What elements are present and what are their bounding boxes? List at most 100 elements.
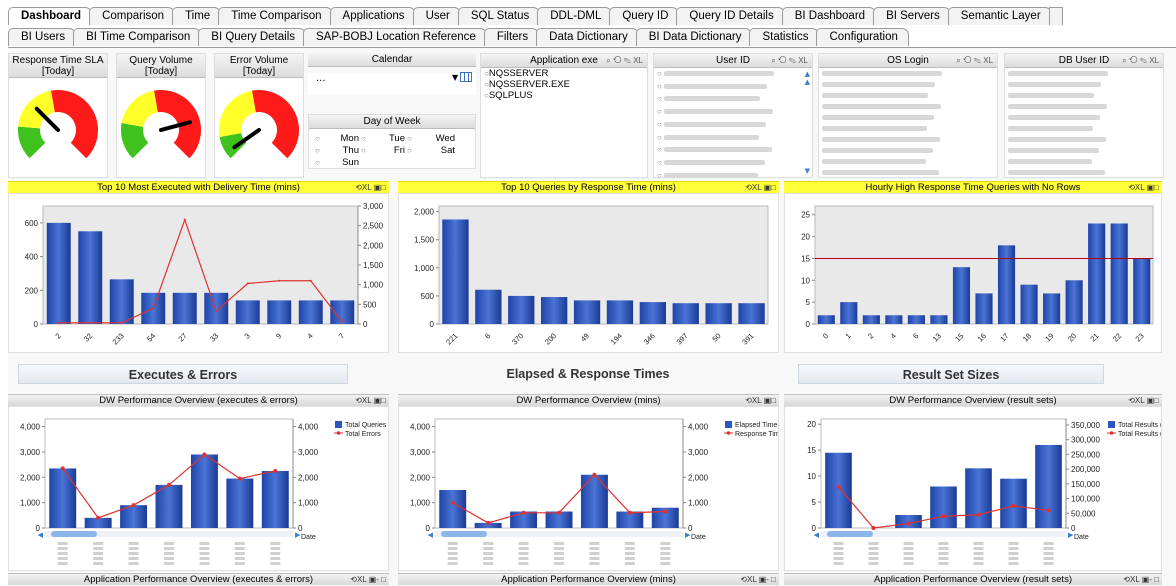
- day-option-sun[interactable]: ○ Sun: [315, 157, 365, 168]
- list-item[interactable]: ○SQLPLUS: [481, 90, 647, 101]
- list-item[interactable]: ○: [654, 68, 812, 81]
- chart-toolbar-icons[interactable]: ⟲XL ▣- □: [350, 574, 386, 586]
- search-clear-icons[interactable]: ⌕ ⟲ ✎ XL: [771, 54, 808, 68]
- tab-configuration[interactable]: Configuration: [816, 28, 909, 46]
- tab-query-id[interactable]: Query ID: [609, 7, 680, 25]
- list-item[interactable]: ○NQSSERVER.EXE: [481, 79, 647, 90]
- chart-dw-mins[interactable]: 0 1,000 2,000 3,000 4,000 0 1,000 2,000 3,000 4,0…: [398, 406, 784, 571]
- radio-icon[interactable]: ○: [407, 134, 412, 143]
- tab-bi-dashboard[interactable]: BI Dashboard: [781, 7, 877, 25]
- day-option-mon[interactable]: ○ Mon: [315, 133, 365, 144]
- list-item[interactable]: [1005, 134, 1163, 145]
- chart-toolbar-icons[interactable]: ⟲XL ▣- □: [1123, 574, 1159, 586]
- tab-filters[interactable]: Filters: [483, 28, 540, 46]
- chart-title-top-executed[interactable]: Top 10 Most Executed with Delivery Time …: [8, 181, 389, 193]
- list-item[interactable]: [819, 123, 997, 134]
- day-option-fri[interactable]: ○ Fri: [361, 145, 411, 156]
- list-item[interactable]: ○NQSSERVER: [481, 68, 647, 79]
- list-item[interactable]: ○: [654, 106, 812, 119]
- list-item[interactable]: [819, 145, 997, 156]
- chart-top-queries-response[interactable]: 0 500 1,000 1,500 2,000 221 6 370 200 49 194 346 397…: [398, 193, 779, 353]
- gauge-query-volume[interactable]: Query Volume [Today]: [116, 53, 206, 178]
- list-item[interactable]: [1005, 167, 1163, 178]
- radio-icon[interactable]: ○: [315, 134, 320, 143]
- radio-icon[interactable]: ○: [361, 146, 366, 155]
- list-item[interactable]: [1005, 156, 1163, 167]
- application-exe-listbox[interactable]: Application exe ⌕ ⟲ ✎ XL ○NQSSERVER ○NQSSE…: [480, 53, 648, 178]
- search-clear-icons[interactable]: ⌕ ⟲ ✎ XL: [1122, 54, 1159, 68]
- tab-bi-data-dictionary[interactable]: BI Data Dictionary: [635, 28, 753, 46]
- list-item[interactable]: [819, 90, 997, 101]
- chart-title-hourly-no-rows[interactable]: Hourly High Response Time Queries with N…: [784, 181, 1162, 193]
- chart-dw-result-sets[interactable]: 0 5 10 15 20 0 50,000 100,000 150,000 200,000 250,…: [784, 406, 1176, 571]
- list-item[interactable]: [819, 112, 997, 123]
- section-elapsed-response[interactable]: Elapsed & Response Times: [403, 364, 773, 384]
- list-item[interactable]: [819, 156, 997, 167]
- chart-title-dw-result-sets[interactable]: DW Performance Overview (result sets) ⟲XL…: [784, 394, 1162, 406]
- chart-title-dw-executes[interactable]: DW Performance Overview (executes & erro…: [8, 394, 389, 406]
- dropdown-arrow-icon[interactable]: ▼: [452, 73, 458, 82]
- tab-bi-servers[interactable]: BI Servers: [873, 7, 951, 25]
- list-item[interactable]: [1005, 145, 1163, 156]
- chart-title-app-result-sets[interactable]: Application Performance Overview (result…: [784, 573, 1162, 585]
- list-item[interactable]: [1005, 123, 1163, 134]
- tab-dashboard[interactable]: Dashboard: [8, 7, 93, 25]
- list-item[interactable]: [819, 101, 997, 112]
- list-item[interactable]: [819, 68, 997, 79]
- list-item[interactable]: [1005, 101, 1163, 112]
- calendar-input[interactable]: ...: [316, 73, 326, 84]
- radio-icon[interactable]: ○: [315, 146, 320, 155]
- list-item[interactable]: ○: [654, 144, 812, 157]
- list-item[interactable]: [819, 79, 997, 90]
- tab-query-id-details[interactable]: Query ID Details: [676, 7, 785, 25]
- calendar-icon[interactable]: [460, 72, 472, 82]
- day-option-wed[interactable]: ○ Wed: [407, 133, 457, 144]
- tab-semantic-layer[interactable]: Semantic Layer: [947, 7, 1052, 25]
- list-item[interactable]: ○: [654, 81, 812, 94]
- list-item[interactable]: ○: [654, 93, 812, 106]
- list-item[interactable]: ○: [654, 132, 812, 145]
- chart-title-app-mins[interactable]: Application Performance Overview (mins) ⟲…: [398, 573, 779, 585]
- user-id-listbox[interactable]: User ID ⌕ ⟲ ✎ XL ○ ○ ○ ○ ○ ○ ○ ○ ○ ▲ ▲ ▼: [653, 53, 813, 180]
- day-option-thu[interactable]: ○ Thu: [315, 145, 365, 156]
- chart-toolbar-icons[interactable]: ⟲XL ▣- □: [740, 574, 776, 586]
- section-executes-errors[interactable]: Executes & Errors: [18, 364, 348, 384]
- search-clear-icons[interactable]: ⌕ ⟲ ✎ XL: [606, 54, 643, 68]
- list-item[interactable]: [1005, 112, 1163, 123]
- tab-applications[interactable]: Applications: [329, 7, 416, 25]
- tab-time[interactable]: Time: [172, 7, 222, 25]
- list-item[interactable]: [1005, 90, 1163, 101]
- gauge-response-time-sla[interactable]: Response Time SLA [Today]: [8, 53, 108, 178]
- day-option-tue[interactable]: ○ Tue: [361, 133, 411, 144]
- gauge-error-volume[interactable]: Error Volume [Today]: [214, 53, 304, 178]
- os-login-listbox[interactable]: OS Login ⌕ ⟲ ✎ XL: [818, 53, 998, 178]
- tab-statistics[interactable]: Statistics: [749, 28, 820, 46]
- day-option-sat[interactable]: ○ Sat: [407, 145, 457, 156]
- tab-overflow[interactable]: [1048, 7, 1063, 25]
- scroll-bottom-icon[interactable]: ▼: [805, 167, 810, 175]
- search-clear-icons[interactable]: ⌕ ⟲ ✎ XL: [956, 54, 993, 68]
- radio-icon[interactable]: ○: [407, 146, 412, 155]
- chart-title-top-queries-response[interactable]: Top 10 Queries by Response Time (mins) ⟲X…: [398, 181, 779, 193]
- chart-title-dw-mins[interactable]: DW Performance Overview (mins) ⟲XL ▣□: [398, 394, 779, 406]
- list-item[interactable]: [819, 134, 997, 145]
- tab-ddl-dml[interactable]: DDL-DML: [537, 7, 613, 25]
- list-item[interactable]: [1005, 68, 1163, 79]
- section-result-set-sizes[interactable]: Result Set Sizes: [798, 364, 1104, 384]
- chart-dw-executes[interactable]: 0 1,000 2,000 3,000 4,000 0 1,000 2,000 3,000 4,0…: [8, 406, 389, 571]
- tab-bi-users[interactable]: BI Users: [8, 28, 77, 46]
- tab-sql-status[interactable]: SQL Status: [457, 7, 541, 25]
- radio-icon[interactable]: ○: [315, 158, 320, 167]
- tab-sap-bobj-location-reference[interactable]: SAP-BOBJ Location Reference: [303, 28, 487, 46]
- scroll-up-icon[interactable]: ▲: [805, 70, 810, 78]
- list-item[interactable]: [1005, 79, 1163, 90]
- tab-bi-time-comparison[interactable]: BI Time Comparison: [73, 28, 202, 46]
- tab-time-comparison[interactable]: Time Comparison: [218, 7, 333, 25]
- list-item[interactable]: ○: [654, 157, 812, 170]
- list-item[interactable]: [819, 167, 997, 178]
- scroll-down-icon[interactable]: ▲: [805, 78, 810, 86]
- tab-comparison[interactable]: Comparison: [89, 7, 176, 25]
- tab-data-dictionary[interactable]: Data Dictionary: [536, 28, 639, 46]
- tab-bi-query-details[interactable]: BI Query Details: [198, 28, 307, 46]
- db-user-id-listbox[interactable]: DB User ID ⌕ ⟲ ✎ XL: [1004, 53, 1164, 178]
